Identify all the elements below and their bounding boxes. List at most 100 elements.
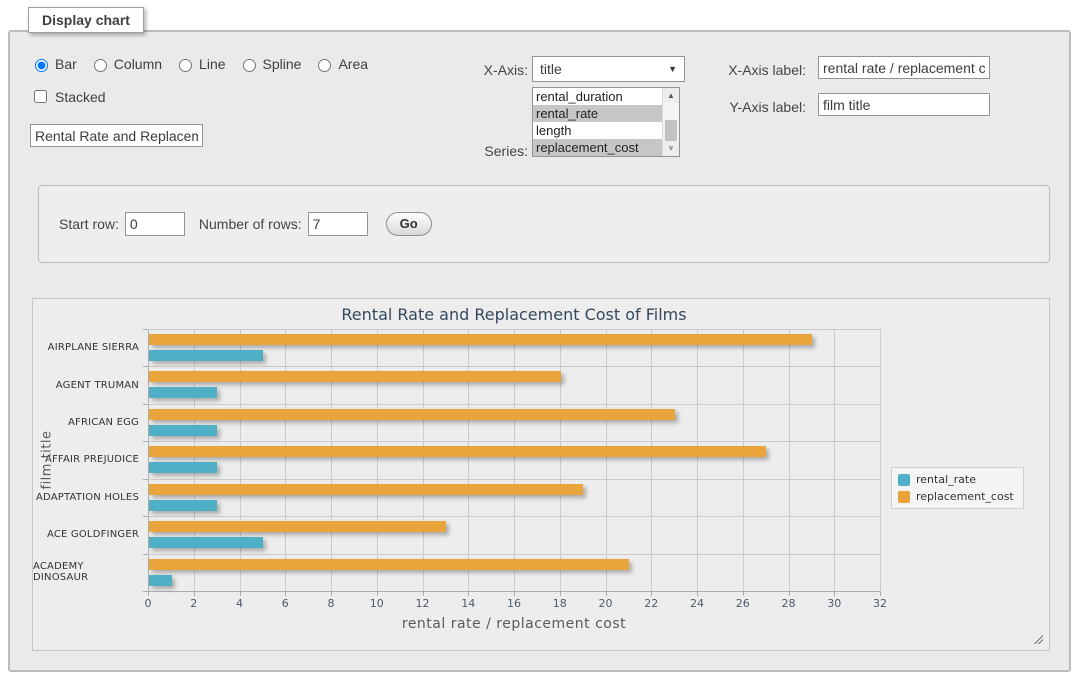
- radio-label: Column: [114, 56, 162, 72]
- gridline: [560, 329, 561, 591]
- category-label: AIRPLANE SIERRA: [33, 329, 139, 366]
- series-option-length[interactable]: length: [533, 122, 662, 139]
- radio-label: Area: [338, 56, 368, 72]
- bar-rental_rate: [149, 537, 263, 548]
- start-row-label: Start row:: [59, 216, 119, 232]
- go-button[interactable]: Go: [386, 212, 432, 236]
- y-tick-mark: [143, 554, 148, 555]
- stacked-label: Stacked: [55, 89, 106, 105]
- y-tick-mark: [143, 404, 148, 405]
- x-tick-label: 8: [311, 597, 351, 610]
- series-field-label: Series:: [390, 143, 528, 159]
- start-row-input[interactable]: [125, 212, 185, 236]
- legend-item-rental_rate[interactable]: rental_rate: [898, 473, 1014, 486]
- category-label: ACADEMY DINOSAUR: [33, 554, 139, 591]
- gridline: [880, 329, 881, 591]
- gridline: [423, 329, 424, 591]
- x-tick-label: 2: [174, 597, 214, 610]
- x-axis-label-input[interactable]: [818, 56, 990, 79]
- gridline: [148, 329, 880, 330]
- x-tick-label: 4: [220, 597, 260, 610]
- chart-type-radios: Bar Column Line Spline Area: [30, 54, 368, 74]
- gridline: [148, 404, 880, 405]
- x-axis-field-label: X-Axis:: [390, 62, 528, 78]
- bar-replacement_cost: [149, 409, 675, 420]
- chart-type-area[interactable]: Area: [313, 56, 368, 72]
- chart-type-bar[interactable]: Bar: [30, 56, 77, 72]
- gridline: [651, 329, 652, 591]
- radio-bar[interactable]: [35, 59, 48, 72]
- bar-rental_rate: [149, 387, 217, 398]
- gridline: [743, 329, 744, 591]
- y-axis-label-input[interactable]: [818, 93, 990, 116]
- gridline: [148, 441, 880, 442]
- page: Display chart Bar Column Line Spline Area St…: [0, 0, 1081, 681]
- y-tick-mark: [143, 516, 148, 517]
- y-axis-title: film title: [40, 430, 55, 489]
- series-listbox[interactable]: rental_durationrental_ratelengthreplacem…: [532, 87, 680, 157]
- gridline: [148, 366, 880, 367]
- bar-replacement_cost: [149, 446, 766, 457]
- x-tick-label: 0: [128, 597, 168, 610]
- number-of-rows-label: Number of rows:: [199, 216, 302, 232]
- gridline: [240, 329, 241, 591]
- chart-title-input[interactable]: [30, 124, 203, 147]
- radio-label: Bar: [55, 56, 77, 72]
- bar-rental_rate: [149, 575, 172, 586]
- chart-title: Rental Rate and Replacement Cost of Film…: [148, 305, 880, 324]
- bar-replacement_cost: [149, 371, 561, 382]
- gridline: [148, 479, 880, 480]
- gridline: [789, 329, 790, 591]
- gridline: [148, 516, 880, 517]
- y-tick-mark: [143, 479, 148, 480]
- stacked-option[interactable]: Stacked: [30, 87, 106, 106]
- radio-area[interactable]: [318, 59, 331, 72]
- legend-item-replacement_cost[interactable]: replacement_cost: [898, 490, 1014, 503]
- y-tick-mark: [143, 366, 148, 367]
- bar-replacement_cost: [149, 334, 812, 345]
- bar-rental_rate: [149, 425, 217, 436]
- x-axis-title: rental rate / replacement cost: [148, 616, 880, 632]
- x-tick-label: 14: [448, 597, 488, 610]
- x-axis-line: [148, 591, 880, 592]
- scroll-down-icon[interactable]: ▼: [663, 141, 679, 156]
- gridline: [194, 329, 195, 591]
- x-tick-label: 16: [494, 597, 534, 610]
- x-tick-label: 6: [265, 597, 305, 610]
- scrollbar-thumb[interactable]: [665, 120, 677, 141]
- resize-handle-icon[interactable]: [1032, 633, 1043, 644]
- panel-title: Display chart: [28, 7, 144, 33]
- x-tick-label: 24: [677, 597, 717, 610]
- legend-swatch-icon: [898, 474, 910, 486]
- y-tick-mark: [143, 441, 148, 442]
- legend-swatch-icon: [898, 491, 910, 503]
- radio-line[interactable]: [179, 59, 192, 72]
- bar-rental_rate: [149, 462, 217, 473]
- y-tick-mark: [143, 329, 148, 330]
- display-chart-panel: Display chart BarColumnLineSplineArea St…: [8, 30, 1071, 672]
- chart-type-column[interactable]: Column: [89, 56, 162, 72]
- bar-rental_rate: [149, 350, 263, 361]
- chart-container: Rental Rate and Replacement Cost of Film…: [32, 298, 1050, 651]
- gridline: [514, 329, 515, 591]
- category-label: ACE GOLDFINGER: [33, 516, 139, 553]
- series-option-replacement_cost[interactable]: replacement_cost: [533, 139, 662, 156]
- chart-type-spline[interactable]: Spline: [238, 56, 302, 72]
- gridline: [468, 329, 469, 591]
- x-axis-label-field-label: X-Axis label:: [640, 62, 806, 78]
- y-tick-mark: [143, 591, 148, 592]
- x-tick-mark: [880, 591, 881, 596]
- x-tick-label: 20: [586, 597, 626, 610]
- y-axis-label-field-label: Y-Axis label:: [640, 99, 806, 115]
- x-tick-label: 22: [631, 597, 671, 610]
- legend-label: replacement_cost: [916, 490, 1014, 503]
- radio-spline[interactable]: [243, 59, 256, 72]
- x-tick-label: 28: [769, 597, 809, 610]
- x-tick-label: 18: [540, 597, 580, 610]
- radio-column[interactable]: [94, 59, 107, 72]
- chart-legend: rental_rate replacement_cost: [891, 467, 1024, 509]
- number-of-rows-input[interactable]: [308, 212, 368, 236]
- gridline: [331, 329, 332, 591]
- chart-type-line[interactable]: Line: [174, 56, 225, 72]
- stacked-checkbox[interactable]: [34, 90, 47, 103]
